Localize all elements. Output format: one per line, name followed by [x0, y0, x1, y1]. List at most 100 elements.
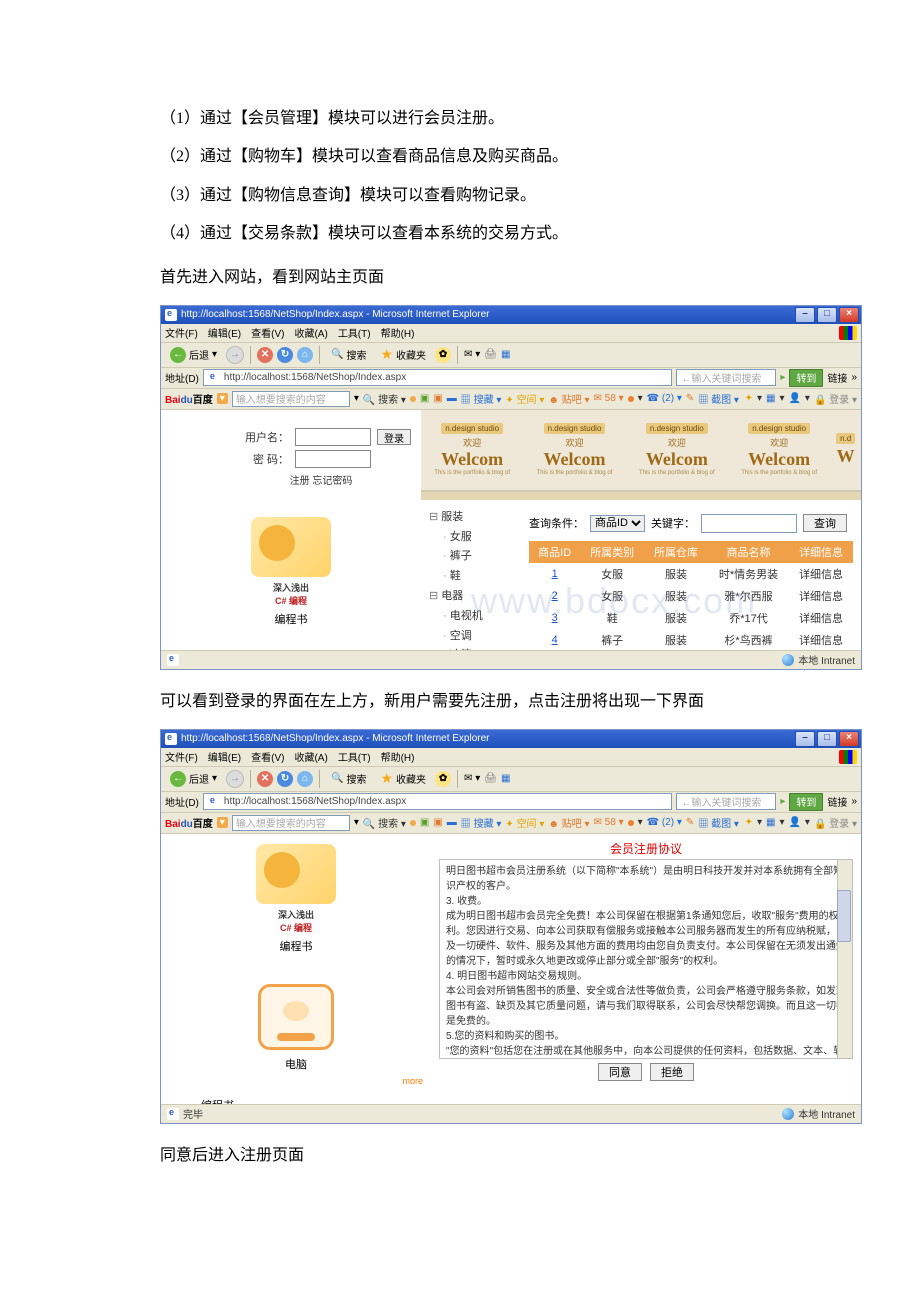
baidu-search-input[interactable]: 输入想要搜索的内容 — [232, 815, 350, 831]
page-content-2: 深入浅出 C# 编程 编程书 电脑 more 编程书 英雄 电脑 — [161, 834, 861, 1104]
home-button[interactable]: ⌂ — [297, 347, 313, 363]
window-title: http://localhost:1568/NetShop/Index.aspx… — [181, 733, 490, 744]
table-row: 1女服服装时*情务男装详细信息 — [529, 563, 853, 585]
maximize-button[interactable]: □ — [817, 307, 837, 323]
print-button[interactable]: 🖨 — [484, 773, 497, 784]
edit-button[interactable]: ▦ — [501, 773, 510, 784]
toolbar: ←后退 ▾ → ✕ ↻ ⌂ 🔍搜索 ★收藏夹 ✿ ✉ ▾ 🖨 ▦ — [161, 767, 861, 792]
side-ad-tv-2[interactable]: 电脑 — [251, 984, 341, 1072]
baidu-dropdown-icon[interactable]: ▾ — [217, 393, 228, 404]
status-ie-icon — [167, 654, 179, 666]
baidu-logo[interactable]: Baidu百度 — [165, 391, 213, 406]
keyword-search-input[interactable]: ←输入关键词搜索 — [676, 369, 776, 386]
edit-button[interactable]: ▦ — [501, 349, 510, 360]
forward-button[interactable]: → — [226, 770, 244, 788]
print-button[interactable]: 🖨 — [484, 349, 497, 360]
windows-flag-icon — [839, 750, 857, 764]
address-bar: 地址(D) http://localhost:1568/NetShop/Inde… — [161, 792, 861, 813]
password-input[interactable] — [295, 450, 371, 468]
titlebar[interactable]: http://localhost:1568/NetShop/Index.aspx… — [161, 730, 861, 748]
tree-node-pants: 裤子 — [429, 547, 519, 567]
search-field-select[interactable]: 商品ID — [590, 515, 645, 532]
category-tree[interactable]: 服装 女服 裤子 鞋 电器 电视机 空调 冰箱 常用商品 — [429, 508, 519, 650]
keyword-input[interactable] — [701, 514, 797, 533]
favorites-button[interactable]: ★收藏夹 — [375, 768, 431, 789]
menu-tools[interactable]: 工具(T) — [338, 325, 371, 340]
status-bar: 本地 Intranet — [161, 650, 861, 669]
tree-node-fridge: 冰箱 — [429, 646, 519, 649]
forward-button[interactable]: → — [226, 346, 244, 364]
links-label[interactable]: 链接 — [827, 370, 847, 385]
search-submit-button[interactable]: 查询 — [803, 514, 847, 532]
table-header-row: 商品ID所属类别所属仓库商品名称详细信息 — [529, 541, 853, 563]
windows-flag-icon — [839, 326, 857, 340]
menu-view[interactable]: 查看(V) — [251, 749, 284, 764]
menu-help[interactable]: 帮助(H) — [381, 325, 415, 340]
login-panel: 用户名： 登录 密 码： 注册 忘记密码 — [231, 428, 411, 487]
titlebar[interactable]: http://localhost:1568/NetShop/Index.aspx… — [161, 306, 861, 324]
scrollbar-thumb[interactable] — [837, 890, 851, 942]
reject-button[interactable]: 拒绝 — [650, 1063, 694, 1081]
menubar: 文件(F) 编辑(E) 查看(V) 收藏(A) 工具(T) 帮助(H) — [161, 748, 861, 767]
login-button[interactable]: 登录 — [377, 429, 411, 445]
address-input[interactable]: http://localhost:1568/NetShop/Index.aspx — [203, 369, 673, 386]
back-button[interactable]: ←后退 ▾ — [165, 345, 222, 365]
menu-file[interactable]: 文件(F) — [165, 325, 198, 340]
side-ad-book[interactable]: 深入浅出 C# 编程 编程书 — [246, 517, 336, 627]
menu-tools[interactable]: 工具(T) — [338, 749, 371, 764]
links-label[interactable]: 链接 — [827, 794, 847, 809]
refresh-button[interactable]: ↻ — [277, 771, 293, 787]
mail-button[interactable]: ✉ ▾ — [464, 773, 480, 784]
favorites-button[interactable]: ★收藏夹 — [375, 344, 431, 365]
baidu-search-input[interactable]: 输入想要搜索的内容 — [232, 391, 350, 407]
stop-button[interactable]: ✕ — [257, 771, 273, 787]
tree-node-women: 女服 — [429, 528, 519, 548]
history-button[interactable]: ✿ — [435, 347, 451, 363]
menu-help[interactable]: 帮助(H) — [381, 749, 415, 764]
menu-edit[interactable]: 编辑(E) — [208, 325, 241, 340]
keyword-search-input[interactable]: ←输入关键词搜索 — [676, 793, 776, 810]
baidu-dropdown-icon[interactable]: ▾ — [217, 817, 228, 828]
search-button[interactable]: 🔍搜索 — [326, 345, 371, 364]
paragraph-3: （3）通过【购物信息查询】模块可以查看购物记录。 — [160, 177, 780, 215]
menu-favorites[interactable]: 收藏(A) — [294, 749, 327, 764]
menu-favorites[interactable]: 收藏(A) — [294, 325, 327, 340]
back-button[interactable]: ←后退 ▾ — [165, 769, 222, 789]
menu-view[interactable]: 查看(V) — [251, 325, 284, 340]
address-label: 地址(D) — [165, 794, 199, 809]
username-input[interactable] — [295, 428, 371, 446]
minimize-button[interactable]: – — [795, 307, 815, 323]
forgot-password-link[interactable]: 忘记密码 — [312, 476, 352, 487]
stop-button[interactable]: ✕ — [257, 347, 273, 363]
intro-text-1: 首先进入网站，看到网站主页面 — [160, 260, 780, 295]
go-button[interactable]: 转到 — [789, 369, 823, 387]
refresh-button[interactable]: ↻ — [277, 347, 293, 363]
scrollbar[interactable] — [837, 860, 852, 1058]
search-label: 查询条件： — [529, 515, 584, 531]
toolbar: ←后退 ▾ → ✕ ↻ ⌂ 🔍搜索 ★收藏夹 ✿ ✉ ▾ 🖨 ▦ — [161, 343, 861, 368]
go-button[interactable]: 转到 — [789, 793, 823, 811]
register-link[interactable]: 注册 — [290, 476, 310, 487]
side-ad-book-2[interactable]: 深入浅出 C# 编程 编程书 — [251, 844, 341, 954]
close-button[interactable]: × — [839, 731, 859, 747]
maximize-button[interactable]: □ — [817, 731, 837, 747]
home-button[interactable]: ⌂ — [297, 771, 313, 787]
menu-file[interactable]: 文件(F) — [165, 749, 198, 764]
table-row: 3鞋服装乔*17代详细信息 — [529, 607, 853, 629]
intro-text-3: 同意后进入注册页面 — [160, 1138, 780, 1173]
welcome-banner: n.design studio欢迎WelcomThis is the portf… — [421, 410, 861, 491]
agree-button[interactable]: 同意 — [598, 1063, 642, 1081]
minimize-button[interactable]: – — [795, 731, 815, 747]
menu-edit[interactable]: 编辑(E) — [208, 749, 241, 764]
ie-favicon-icon — [208, 372, 220, 384]
status-bar: 完毕 本地 Intranet — [161, 1104, 861, 1123]
agreement-textbox[interactable]: 明日图书超市会员注册系统（以下简称"本系统"）是由明日科技开发并对本系统拥有全部… — [439, 859, 853, 1059]
address-input[interactable]: http://localhost:1568/NetShop/Index.aspx — [203, 793, 673, 810]
search-button[interactable]: 🔍搜索 — [326, 769, 371, 788]
mail-button[interactable]: ✉ ▾ — [464, 349, 480, 360]
page-content-1: 用户名： 登录 密 码： 注册 忘记密码 深入浅出 — [161, 410, 861, 650]
baidu-logo[interactable]: Baidu百度 — [165, 815, 213, 830]
history-button[interactable]: ✿ — [435, 771, 451, 787]
more-link[interactable]: more — [161, 1076, 423, 1086]
close-button[interactable]: × — [839, 307, 859, 323]
